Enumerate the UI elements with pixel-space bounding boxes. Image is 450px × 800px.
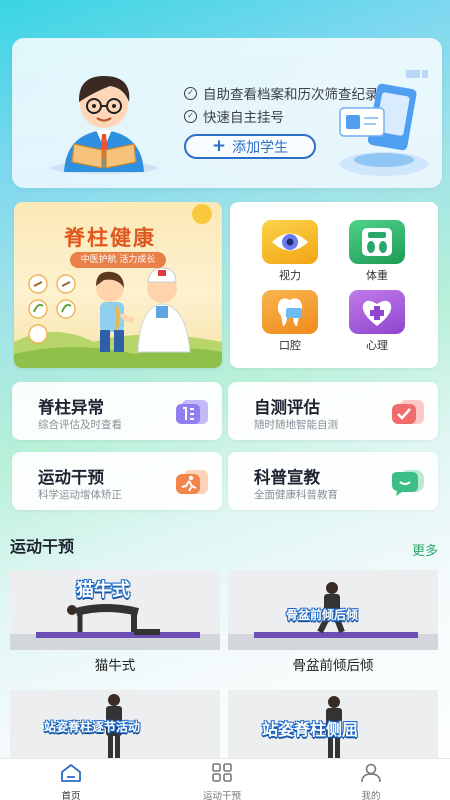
poster-subtitle: 中医护航 活力成长	[70, 252, 166, 268]
feature-card-self-test[interactable]: 自测评估 随时随地智能自测	[228, 382, 438, 440]
video-caption: 骨盆前倾后倾	[292, 658, 374, 674]
feature-card-exercise[interactable]: 运动干预 科学运动增体矫正	[12, 452, 222, 510]
add-student-button[interactable]: + 添加学生	[184, 134, 316, 159]
video-thumbnail-standing-spine[interactable]: 站姿脊柱逐节活动	[10, 690, 220, 758]
nav-home[interactable]: 首页	[31, 763, 111, 800]
video-thumbnail-cat-cow[interactable]: 猫牛式	[10, 570, 220, 650]
video-title-overlay: 站姿脊柱侧屈	[262, 720, 359, 739]
feature-card-title: 自测评估	[254, 398, 320, 417]
chat-bubble-icon	[392, 470, 424, 496]
health-category-grid: 视力 体重 口腔 心理	[230, 202, 438, 368]
video-title-overlay: 骨盆前倾后倾	[286, 608, 359, 622]
video-thumbnail-standing-side-bend[interactable]: 站姿脊柱侧屈	[228, 690, 438, 758]
spine-report-icon	[176, 400, 208, 424]
plus-icon: +	[211, 136, 227, 156]
scale-icon	[349, 220, 405, 264]
more-link[interactable]: 更多	[412, 540, 438, 559]
running-icon	[176, 470, 208, 494]
feature-card-title: 科普宣教	[254, 468, 320, 487]
section-title: 运动干预	[10, 537, 75, 556]
video-thumbnail-pelvic-tilt[interactable]: 骨盆前倾后倾	[228, 570, 438, 650]
video-title-overlay: 猫牛式	[76, 580, 130, 601]
feature-line-text: 快速自主挂号	[203, 110, 284, 126]
health-record-device-illustration	[339, 70, 428, 176]
nav-label: 我的	[361, 791, 381, 800]
feature-card-title: 脊柱异常	[38, 398, 104, 417]
home-icon	[61, 764, 81, 782]
feature-card-title: 运动干预	[38, 468, 104, 487]
poster-title: 脊柱健康	[64, 226, 156, 250]
nav-profile[interactable]: 我的	[331, 763, 411, 800]
nav-label: 运动干预	[202, 791, 241, 800]
feature-card-education[interactable]: 科普宣教 全面健康科普教育	[228, 452, 438, 510]
category-label: 体重	[366, 269, 388, 282]
user-icon	[361, 763, 381, 783]
heart-icon	[349, 290, 405, 334]
category-weight[interactable]: 体重	[342, 220, 412, 283]
category-oral[interactable]: 口腔	[255, 290, 325, 353]
student-banner: ✓ 自助查看档案和历次筛查纪录 ✓ 快速自主挂号 + 添加学生	[12, 38, 442, 188]
feature-card-spine-abnormal[interactable]: 脊柱异常 综合评估及时查看	[12, 382, 222, 440]
feature-card-subtitle: 综合评估及时查看	[38, 419, 122, 431]
nav-exercise[interactable]: 运动干预	[182, 763, 262, 800]
check-circle-icon: ✓	[184, 109, 197, 123]
eye-icon	[262, 220, 318, 264]
feature-card-subtitle: 全面健康科普教育	[254, 489, 338, 501]
feature-line-registration: ✓ 快速自主挂号	[184, 106, 284, 126]
category-vision[interactable]: 视力	[255, 220, 325, 283]
category-psychology[interactable]: 心理	[342, 290, 412, 353]
add-student-label: 添加学生	[232, 139, 289, 156]
self-test-icon	[392, 400, 424, 424]
video-caption: 猫牛式	[94, 658, 136, 674]
category-label: 口腔	[279, 339, 301, 352]
check-circle-icon: ✓	[184, 86, 197, 100]
feature-card-subtitle: 科学运动增体矫正	[38, 489, 122, 501]
feature-card-subtitle: 随时随地智能自测	[254, 419, 338, 431]
grid-icon	[212, 763, 232, 782]
student-reading-illustration	[50, 76, 158, 174]
category-label: 心理	[366, 339, 388, 352]
nav-label: 首页	[61, 791, 81, 800]
bottom-navigation: 首页 运动干预 我的	[0, 758, 450, 800]
category-label: 视力	[279, 269, 301, 282]
spine-health-poster[interactable]: 脊柱健康 中医护航 活力成长	[14, 202, 222, 368]
video-title-overlay: 站姿脊柱逐节活动	[44, 720, 141, 734]
tooth-icon	[262, 290, 318, 334]
